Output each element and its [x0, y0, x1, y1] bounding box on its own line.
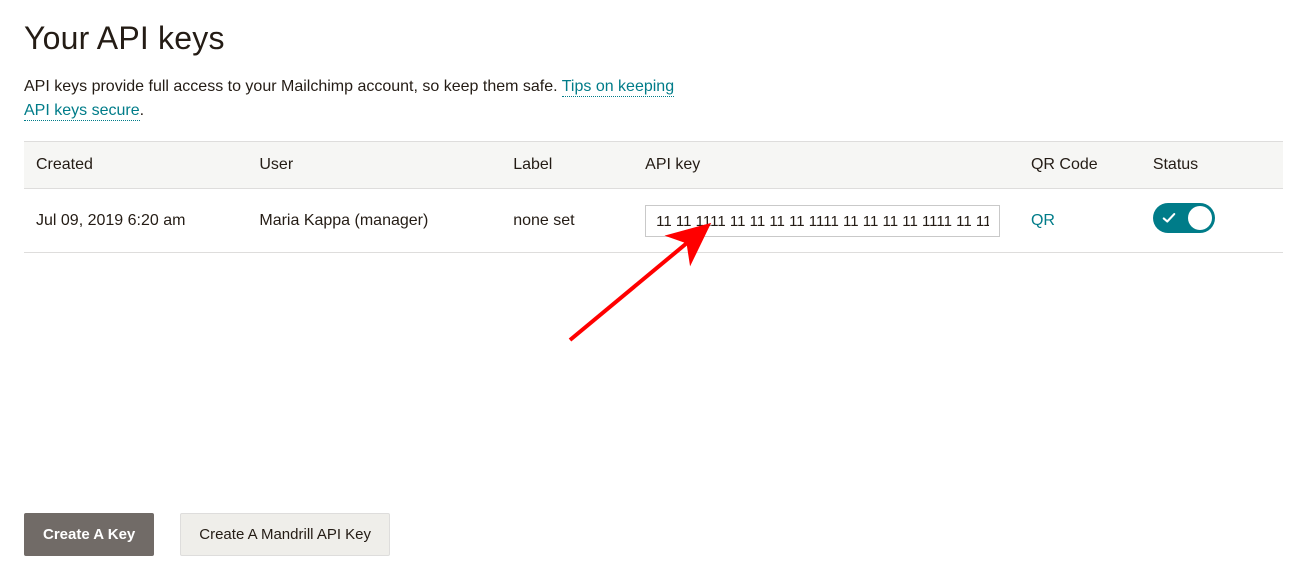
- api-key-input[interactable]: [645, 205, 1000, 237]
- api-keys-table: Created User Label API key QR Code Statu…: [24, 141, 1283, 253]
- cell-status: [1141, 189, 1283, 253]
- create-mandrill-key-button[interactable]: Create A Mandrill API Key: [180, 513, 390, 556]
- create-key-button[interactable]: Create A Key: [24, 513, 154, 556]
- cell-created: Jul 09, 2019 6:20 am: [24, 189, 247, 253]
- intro-pre: API keys provide full access to your Mai…: [24, 78, 562, 95]
- cell-qr: QR: [1019, 189, 1141, 253]
- toggle-knob: [1188, 206, 1212, 230]
- status-toggle[interactable]: [1153, 203, 1215, 233]
- th-user: User: [247, 142, 501, 189]
- check-icon: [1162, 211, 1176, 225]
- th-qr-code: QR Code: [1019, 142, 1141, 189]
- cell-api-key: [633, 189, 1019, 253]
- th-api-key: API key: [633, 142, 1019, 189]
- intro-post: .: [140, 102, 144, 119]
- th-label: Label: [501, 142, 633, 189]
- th-status: Status: [1141, 142, 1283, 189]
- page-title: Your API keys: [24, 20, 1283, 57]
- cell-user: Maria Kappa (manager): [247, 189, 501, 253]
- th-created: Created: [24, 142, 247, 189]
- qr-link[interactable]: QR: [1031, 212, 1055, 229]
- buttons-row: Create A Key Create A Mandrill API Key: [24, 513, 1283, 556]
- cell-label[interactable]: none set: [501, 189, 633, 253]
- intro-text: API keys provide full access to your Mai…: [24, 75, 684, 123]
- table-row: Jul 09, 2019 6:20 am Maria Kappa (manage…: [24, 189, 1283, 253]
